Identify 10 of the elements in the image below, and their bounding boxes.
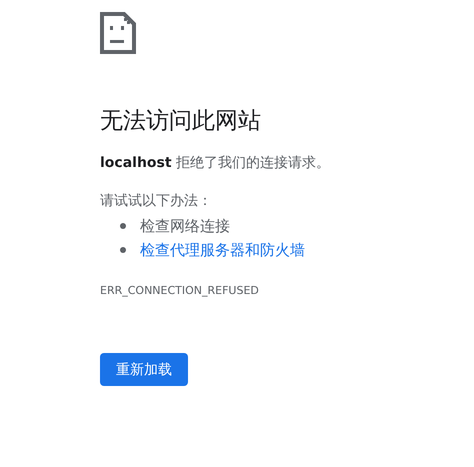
- suggestion-text: 检查网络连接: [140, 216, 230, 237]
- suggestion-link[interactable]: 检查代理服务器和防火墙: [140, 238, 305, 262]
- bullet-icon: [120, 223, 126, 229]
- reload-button[interactable]: 重新加载: [100, 353, 188, 386]
- error-message: localhost 拒绝了我们的连接请求。: [100, 154, 330, 172]
- error-code: ERR_CONNECTION_REFUSED: [100, 284, 259, 297]
- suggestions-intro: 请试试以下办法：: [100, 192, 212, 210]
- broken-page-icon: [100, 12, 136, 54]
- bullet-icon: [120, 247, 126, 253]
- error-heading: 无法访问此网站: [100, 107, 261, 136]
